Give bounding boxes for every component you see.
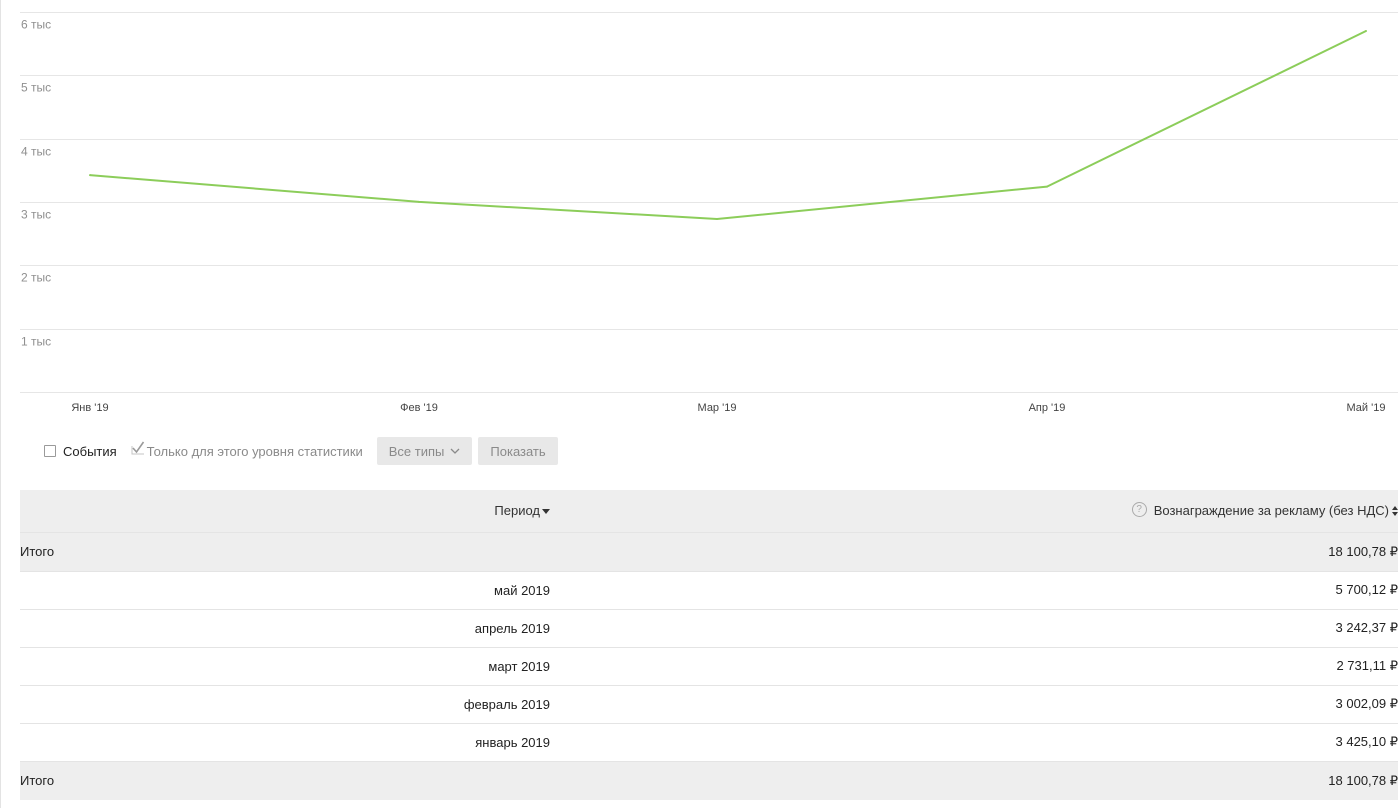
sort-down-icon [542, 509, 550, 515]
period-cell: апрель 2019 [20, 608, 550, 647]
period-cell: февраль 2019 [20, 684, 550, 723]
table-row: март 2019 2 731,11 ₽ [20, 646, 1398, 685]
table-row: февраль 2019 3 002,09 ₽ [20, 684, 1398, 723]
level-only-checkbox-label: Только для этого уровня статистики [146, 443, 363, 459]
chart-controls: События Только для этого уровня статисти… [44, 437, 558, 465]
data-point[interactable] [1046, 185, 1048, 188]
y-tick-label: 2 тыс [21, 271, 51, 285]
data-point[interactable] [418, 200, 420, 203]
y-tick-label: 1 тыс [21, 335, 51, 349]
table-header-row: Период ? Вознаграждение за рекламу (без Н… [20, 490, 1398, 532]
x-tick-label: Мар '19 [698, 402, 737, 414]
help-icon[interactable]: ? [1131, 501, 1147, 517]
period-cell: январь 2019 [20, 722, 550, 761]
period-cell: март 2019 [20, 646, 550, 685]
x-tick-label: Фев '19 [400, 402, 438, 414]
types-select[interactable]: Все типы [376, 437, 473, 465]
sort-both-icon [1392, 506, 1398, 517]
total-value: 18 100,78 ₽ [550, 760, 1398, 800]
y-tick-label: 3 тыс [21, 208, 51, 222]
reward-column-header[interactable]: ? Вознаграждение за рекламу (без НДС) [550, 490, 1398, 532]
data-point[interactable] [716, 218, 718, 221]
reward-line-chart: 1 тыс 2 тыс 3 тыс 4 тыс 5 тыс 6 тыс Янв '19 Фе… [20, 12, 1398, 414]
value-cell: 3 425,10 ₽ [550, 722, 1398, 761]
value-cell: 2 731,11 ₽ [550, 646, 1398, 685]
types-select-label: Все типы [388, 443, 445, 459]
checkmark-icon [131, 441, 144, 455]
total-label: Итого [20, 760, 550, 800]
show-button[interactable]: Показать [478, 437, 558, 465]
value-cell: 3 002,09 ₽ [550, 684, 1398, 723]
y-tick-label: 5 тыс [21, 81, 51, 95]
data-point[interactable] [1365, 29, 1367, 32]
x-tick-label: Май '19 [1347, 402, 1386, 414]
series-line [89, 30, 1367, 220]
total-row-bottom: Итого 18 100,78 ₽ [20, 760, 1398, 800]
table-row: январь 2019 3 425,10 ₽ [20, 722, 1398, 761]
reward-header-label: Вознаграждение за рекламу (без НДС) [1153, 502, 1389, 518]
value-cell: 5 700,12 ₽ [550, 570, 1398, 609]
events-checkbox-box[interactable] [44, 445, 56, 457]
x-tick-label: Янв '19 [71, 402, 108, 414]
events-checkbox[interactable]: События [44, 444, 117, 459]
total-label: Итого [20, 531, 550, 571]
period-cell: май 2019 [20, 570, 550, 609]
y-tick-label: 6 тыс [21, 18, 51, 32]
stats-table: Период ? Вознаграждение за рекламу (без Н… [20, 490, 1398, 800]
x-tick-label: Апр '19 [1029, 402, 1066, 414]
y-tick-label: 4 тыс [21, 145, 51, 159]
period-column-header[interactable]: Период [20, 490, 550, 532]
total-value: 18 100,78 ₽ [550, 531, 1398, 571]
table-row: апрель 2019 3 242,37 ₽ [20, 608, 1398, 647]
level-only-checkbox[interactable]: Только для этого уровня статистики [131, 441, 363, 459]
events-checkbox-label: События [63, 443, 117, 459]
data-point[interactable] [89, 174, 91, 177]
period-header-label: Период [494, 503, 540, 519]
total-row-top: Итого 18 100,78 ₽ [20, 531, 1398, 571]
table-row: май 2019 5 700,12 ₽ [20, 570, 1398, 609]
chevron-down-icon [450, 448, 460, 454]
value-cell: 3 242,37 ₽ [550, 608, 1398, 647]
